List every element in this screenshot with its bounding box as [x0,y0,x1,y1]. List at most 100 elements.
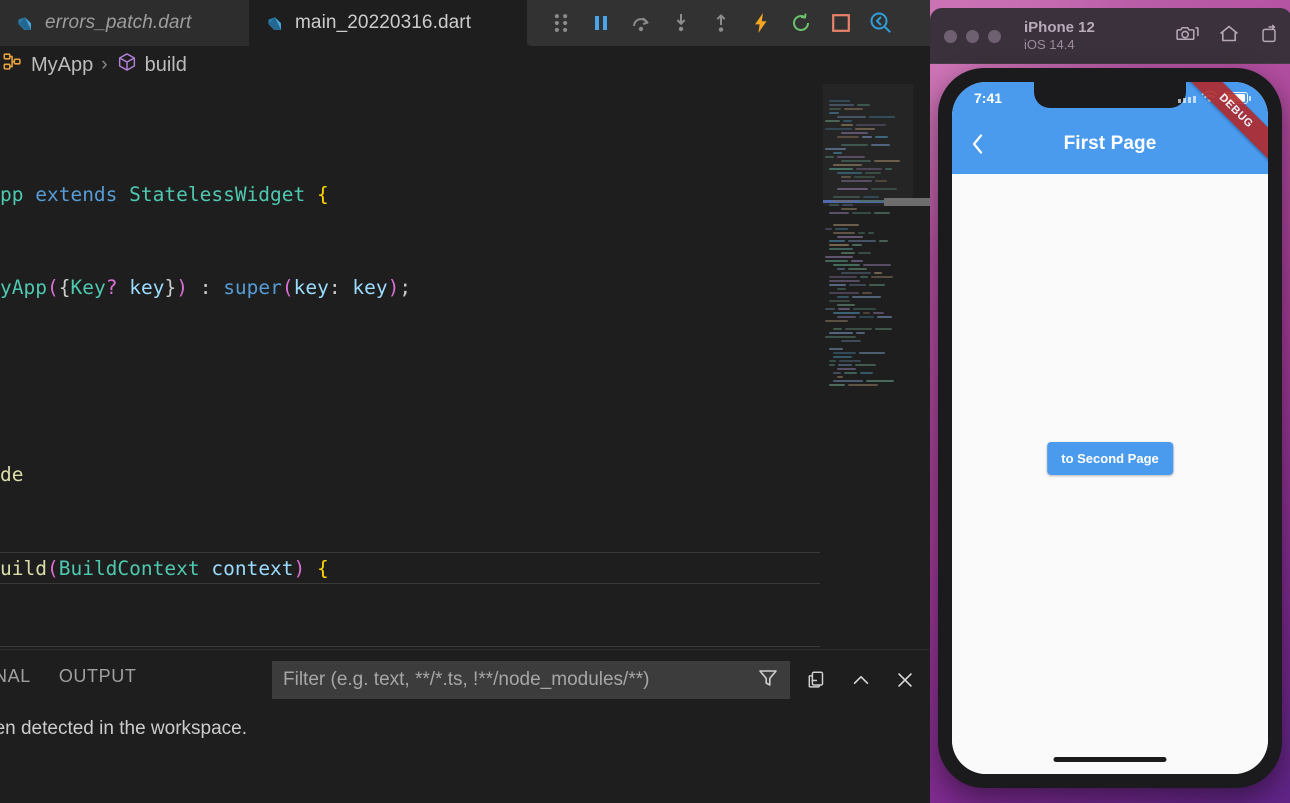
close-panel-icon[interactable] [886,661,924,699]
minimap-line [871,144,890,146]
minimap-line [862,292,872,294]
minimap-line [839,360,861,362]
dart-file-icon [14,13,35,34]
minimap-line [838,364,852,366]
bottom-panel: NAL OUTPUT Filter (e.g. text, **/*.ts, !… [0,649,933,803]
window-controls[interactable] [944,29,1001,43]
home-icon[interactable] [1217,22,1241,51]
minimap-line [833,232,855,234]
minimap-line [853,308,876,310]
minimap-line [871,276,893,278]
minimap-line [841,272,871,274]
minimap-line [837,368,856,370]
stop-icon[interactable] [821,3,861,43]
minimap-line [865,172,881,174]
breadcrumb-item-build[interactable]: build [114,51,189,79]
close-window-button[interactable] [944,29,957,43]
minimap-line [859,316,874,318]
minimap-line [825,148,846,150]
minimap[interactable] [823,84,913,649]
screenshot-icon[interactable] [1175,21,1200,51]
minimap-line [869,116,895,118]
editor-tab-main[interactable]: main_20220316.dart [250,0,527,46]
hot-reload-icon[interactable] [741,3,781,43]
rotate-icon[interactable] [1258,22,1280,51]
minimap-line [829,348,843,350]
minimap-line [841,132,868,134]
to-second-page-button[interactable]: to Second Page [1047,442,1173,475]
minimap-line [837,136,859,138]
minimap-line [833,196,860,198]
inspect-widget-icon[interactable] [861,3,901,43]
minimap-line [837,116,866,118]
minimap-line [837,188,868,190]
minimap-line [863,264,891,266]
pause-icon[interactable] [581,3,621,43]
breadcrumb-separator: › [101,54,108,75]
clear-output-icon[interactable] [798,661,836,699]
minimap-line [829,280,860,282]
panel-tab-terminal[interactable]: NAL [0,666,45,687]
minimap-line [874,272,882,274]
minimap-line [841,208,857,210]
minimize-window-button[interactable] [966,29,979,43]
breadcrumb-label: MyApp [31,53,94,76]
minimap-line [856,168,882,170]
minimap-line [829,300,850,302]
minimap-line [873,312,884,314]
debug-toolbar [527,0,933,46]
minimap-line [825,156,834,158]
minimap-line [860,276,868,278]
drag-handle-icon[interactable] [541,3,581,43]
filter-icon[interactable] [756,666,780,695]
folded-region-separator [0,552,820,553]
panel-body: een detected in the workspace. [0,702,933,740]
step-out-icon[interactable] [701,3,741,43]
step-over-icon[interactable] [621,3,661,43]
breadcrumb-item-myapp[interactable]: MyApp [0,51,95,79]
minimap-line [837,156,865,158]
minimap-line [837,304,855,306]
minimap-line [841,144,868,146]
code-line: de [0,463,24,487]
minimap-line [875,328,892,330]
minimap-line [829,100,850,102]
minimap-line [885,168,892,170]
minimap-line [829,168,853,170]
editor-tab-label: errors_patch.dart [45,12,192,33]
minimap-line [829,384,845,386]
panel-tab-output[interactable]: OUTPUT [45,666,151,687]
minimap-line [858,200,885,202]
step-into-icon[interactable] [661,3,701,43]
minimap-line [833,352,856,354]
minimap-line [833,152,842,154]
maximize-panel-icon[interactable] [842,661,880,699]
panel-filter-box[interactable] [272,661,790,699]
minimap-line [833,372,841,374]
simulator-toolbar-icons [1175,8,1280,64]
minimap-line [825,320,848,322]
minimap-line [875,180,887,182]
app-bar-title: First Page [1063,133,1157,154]
minimap-line [825,228,832,230]
panel-filter-input[interactable] [283,669,756,691]
home-indicator [1053,757,1167,762]
minimap-line [829,360,836,362]
minimap-line [829,108,841,110]
zoom-window-button[interactable] [988,29,1001,43]
minimap-line [841,180,872,182]
editor-tab-errors-patch[interactable]: errors_patch.dart [0,0,250,46]
minimap-line [858,232,865,234]
minimap-line [848,384,878,386]
minimap-line [833,312,860,314]
minimap-line [842,204,853,206]
class-symbol-icon [2,51,24,79]
device-screen[interactable]: 7:41 First Page DEBUG to Second Page [952,82,1268,774]
signal-icon [1178,93,1196,103]
minimap-line [866,380,894,382]
code-editor[interactable]: pp extends StatelessWidget { yApp({Key? … [0,84,933,649]
editor-horizontal-scrollbar[interactable] [884,198,930,206]
restart-icon[interactable] [781,3,821,43]
minimap-line [875,136,888,138]
minimap-line [858,252,871,254]
